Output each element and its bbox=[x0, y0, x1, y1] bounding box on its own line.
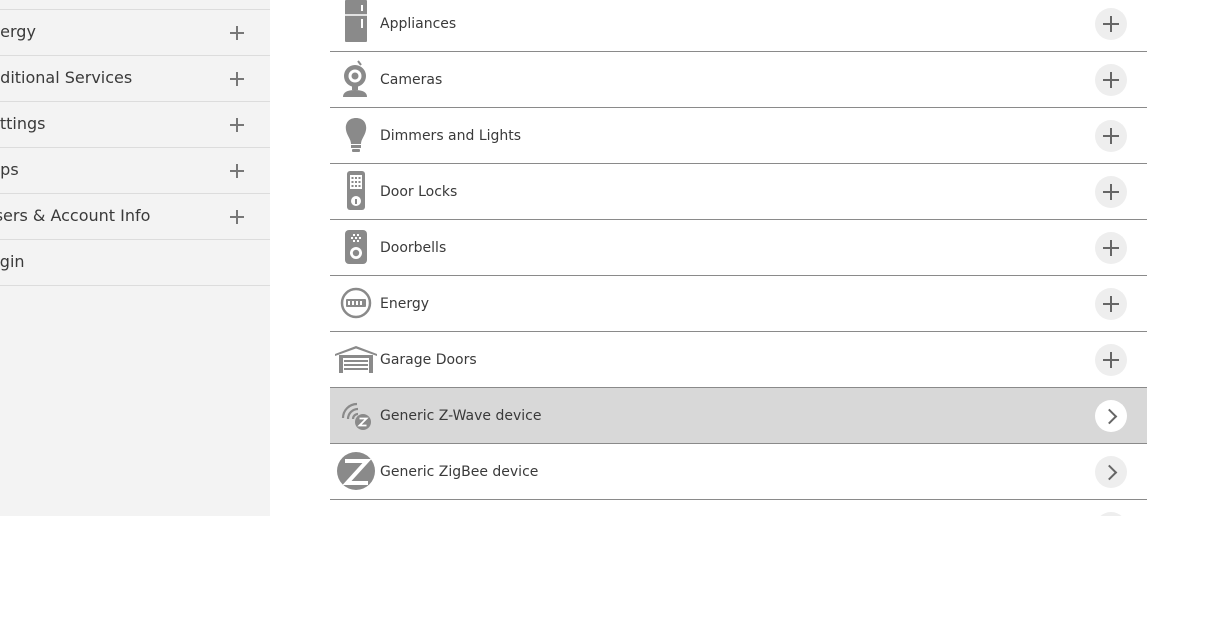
plus-icon[interactable] bbox=[229, 117, 245, 133]
list-item-label: Dimmers and Lights bbox=[380, 128, 522, 144]
chevron-right-button[interactable] bbox=[1095, 456, 1127, 488]
plus-icon[interactable] bbox=[229, 71, 245, 87]
plus-icon[interactable] bbox=[229, 209, 245, 225]
garage-icon bbox=[334, 337, 378, 381]
light-bulb-icon bbox=[334, 113, 378, 157]
sidebar-item-apps[interactable]: pps bbox=[0, 148, 270, 194]
sidebar-item-users-account-info[interactable]: Jsers & Account Info bbox=[0, 194, 270, 240]
plus-icon[interactable] bbox=[229, 25, 245, 41]
expand-plus-button[interactable] bbox=[1095, 176, 1127, 208]
list-item-cameras[interactable]: Cameras bbox=[330, 52, 1147, 108]
camera-icon bbox=[334, 57, 378, 101]
list-item-label: Door Locks bbox=[380, 184, 458, 200]
expand-plus-button[interactable] bbox=[1095, 288, 1127, 320]
list-item-label: Cameras bbox=[380, 72, 443, 88]
list-item-label: Appliances bbox=[380, 16, 457, 32]
list-item-doorbells[interactable]: Doorbells bbox=[330, 220, 1147, 276]
list-item-generic-zwave-device[interactable]: Generic Z-Wave device bbox=[330, 388, 1147, 444]
sidebar-item-label: pps bbox=[0, 160, 19, 179]
sidebar-item-login[interactable]: ogin bbox=[0, 240, 270, 286]
list-item-energy[interactable]: Energy bbox=[330, 276, 1147, 332]
sidebar-item-label: dditional Services bbox=[0, 68, 133, 87]
plus-icon[interactable] bbox=[229, 163, 245, 179]
list-item-dimmers-and-lights[interactable]: Dimmers and Lights bbox=[330, 108, 1147, 164]
expand-plus-button[interactable] bbox=[1095, 8, 1127, 40]
list-item-appliances[interactable]: Appliances bbox=[330, 0, 1147, 52]
list-item-label: Generic ZigBee device bbox=[380, 464, 539, 480]
expand-plus-button[interactable] bbox=[1095, 64, 1127, 96]
sidebar-item-settings[interactable]: ettings bbox=[0, 102, 270, 148]
expand-plus-button[interactable] bbox=[1095, 512, 1127, 516]
doorbell-icon bbox=[334, 225, 378, 269]
refrigerator-icon bbox=[334, 0, 378, 44]
chevron-right-button[interactable] bbox=[1095, 400, 1127, 432]
device-type-list: Appliances Cameras Dimmers and Lights Do… bbox=[330, 0, 1147, 516]
list-item-generic-zigbee-device[interactable]: Generic ZigBee device bbox=[330, 444, 1147, 500]
list-item-door-locks[interactable]: Door Locks bbox=[330, 164, 1147, 220]
list-item-label: Garage Doors bbox=[380, 352, 477, 368]
list-item-label: Doorbells bbox=[380, 240, 447, 256]
sidebar-item-energy[interactable]: nergy bbox=[0, 10, 270, 56]
list-item-label: Energy bbox=[380, 296, 430, 312]
door-lock-icon bbox=[334, 169, 378, 213]
sidebar-menu: nergy dditional Services ettings pps Jse… bbox=[0, 10, 270, 286]
sidebar-item-additional-services[interactable]: dditional Services bbox=[0, 56, 270, 102]
keypad-icon bbox=[334, 505, 378, 516]
energy-meter-icon bbox=[334, 281, 378, 325]
sidebar-item-label: nergy bbox=[0, 22, 36, 41]
sidebar-item-label: ogin bbox=[0, 252, 25, 271]
expand-plus-button[interactable] bbox=[1095, 232, 1127, 264]
expand-plus-button[interactable] bbox=[1095, 344, 1127, 376]
list-item-garage-doors[interactable]: Garage Doors bbox=[330, 332, 1147, 388]
sidebar: nergy dditional Services ettings pps Jse… bbox=[0, 0, 270, 516]
list-item-label: Generic Z-Wave device bbox=[380, 408, 542, 424]
sidebar-item-label: ettings bbox=[0, 114, 46, 133]
zwave-icon bbox=[334, 393, 378, 437]
sidebar-item-label: Jsers & Account Info bbox=[0, 206, 151, 225]
expand-plus-button[interactable] bbox=[1095, 120, 1127, 152]
zigbee-icon bbox=[334, 449, 378, 493]
list-item-partial[interactable] bbox=[330, 500, 1147, 516]
